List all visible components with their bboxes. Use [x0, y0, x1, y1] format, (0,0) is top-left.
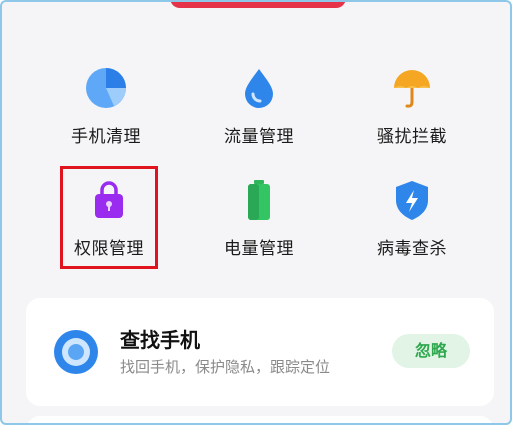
data-drop-icon: [245, 69, 273, 108]
screen-frame: 手机清理 流量管理 骚扰拦截 权限管理 电量管理 病毒查杀 查找手机 找回手机，…: [0, 0, 512, 425]
tool-label: 流量管理: [224, 127, 294, 147]
phone-clean-icon: [86, 68, 126, 108]
tool-battery-manage[interactable]: 电量管理: [189, 178, 329, 278]
ignore-button[interactable]: 忽略: [392, 334, 470, 368]
tool-virus-scan[interactable]: 病毒查杀: [342, 178, 482, 278]
tool-label: 手机清理: [71, 127, 141, 147]
find-phone-card[interactable]: 查找手机 找回手机，保护隐私，跟踪定位 忽略: [26, 298, 494, 406]
tool-phone-clean[interactable]: 手机清理: [36, 66, 176, 166]
tool-label: 病毒查杀: [377, 239, 447, 259]
battery-icon: [248, 180, 270, 220]
tool-label: 骚扰拦截: [377, 127, 447, 147]
umbrella-icon: [394, 70, 430, 108]
tool-label: 电量管理: [224, 239, 294, 259]
card-subtitle: 找回手机，保护隐私，跟踪定位: [120, 358, 331, 376]
shield-lightning-icon: [396, 181, 428, 220]
card-title: 查找手机: [120, 328, 200, 352]
locate-icon: [54, 330, 98, 374]
next-card: [26, 416, 494, 423]
tool-data-manage[interactable]: 流量管理: [189, 66, 329, 166]
selection-highlight: [60, 166, 158, 269]
top-action-pill[interactable]: [170, 2, 346, 8]
tool-harass-block[interactable]: 骚扰拦截: [342, 66, 482, 166]
